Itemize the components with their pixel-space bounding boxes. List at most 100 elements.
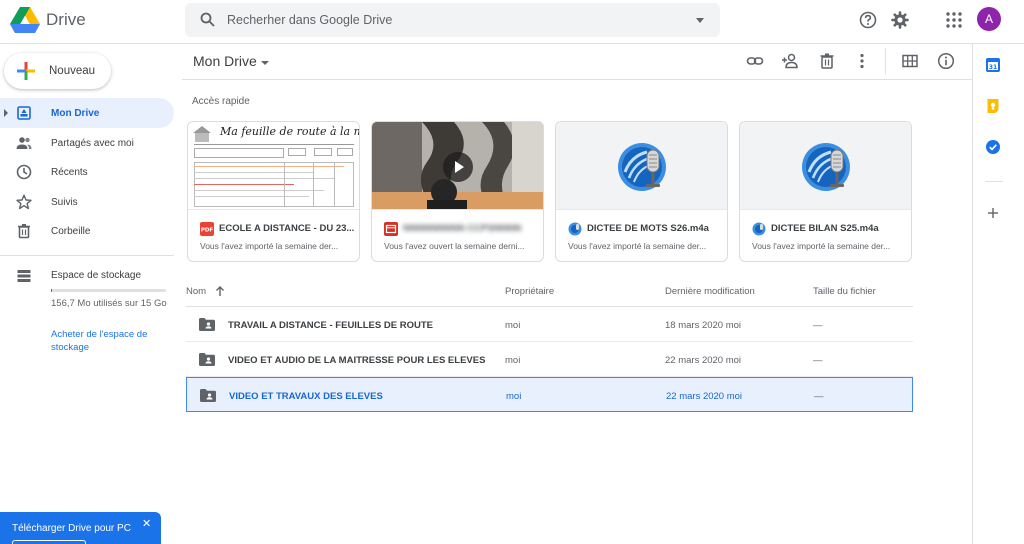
file-name: DICTEE BILAN S25.m4a bbox=[771, 223, 879, 234]
info-icon[interactable] bbox=[937, 52, 955, 70]
top-bar: Drive Recherher dans Google Drive A bbox=[0, 0, 1024, 44]
table-row[interactable]: VIDEO ET AUDIO DE LA MAITRESSE POUR LES … bbox=[186, 342, 913, 377]
quick-access-card[interactable]: DICTEE DE MOTS S26.m4a Vous l'avez impor… bbox=[555, 121, 728, 262]
shared-folder-icon bbox=[199, 353, 215, 366]
row-size: — bbox=[813, 355, 823, 366]
row-modified: 18 mars 2020 moi bbox=[665, 320, 742, 331]
drive-logo-icon[interactable] bbox=[10, 7, 40, 33]
storage-progress-fill bbox=[51, 289, 53, 292]
toolbar-divider bbox=[885, 48, 886, 74]
row-modified: 22 mars 2020 moi bbox=[666, 391, 743, 402]
tasks-icon[interactable] bbox=[986, 140, 1000, 154]
audio-thumbnail bbox=[740, 122, 911, 210]
search-options-icon[interactable] bbox=[696, 18, 704, 23]
sort-arrow-up-icon[interactable] bbox=[215, 285, 225, 297]
side-panel-divider bbox=[972, 44, 973, 544]
banner-download-button[interactable] bbox=[12, 540, 86, 544]
help-icon[interactable] bbox=[858, 10, 878, 30]
plus-icon bbox=[17, 62, 35, 80]
close-icon[interactable]: ✕ bbox=[142, 517, 151, 530]
row-file-name: VIDEO ET AUDIO DE LA MAITRESSE POUR LES … bbox=[228, 355, 486, 366]
column-header-name[interactable]: Nom bbox=[186, 286, 206, 297]
table-row[interactable]: TRAVAIL A DISTANCE - FEUILLES DE ROUTE m… bbox=[186, 307, 913, 342]
calendar-icon[interactable]: 31 bbox=[986, 58, 1000, 72]
file-name: ECOLE A DISTANCE - DU 23... bbox=[219, 223, 355, 234]
column-header-size[interactable]: Taille du fichier bbox=[813, 286, 876, 297]
column-header-owner[interactable]: Propriétaire bbox=[505, 286, 554, 297]
house-icon bbox=[193, 126, 211, 142]
add-person-icon[interactable] bbox=[781, 52, 799, 70]
grid-view-icon[interactable] bbox=[901, 52, 919, 70]
file-activity: Vous l'avez importé la semaine der... bbox=[752, 241, 891, 251]
row-owner: moi bbox=[505, 355, 521, 366]
storage-label[interactable]: Espace de stockage bbox=[51, 270, 141, 281]
app-title[interactable]: Drive bbox=[46, 10, 86, 30]
storage-icon bbox=[16, 268, 32, 284]
sidebar-item-label: Mon Drive bbox=[51, 108, 100, 119]
buy-storage-link[interactable]: Acheter de l'espace de stockage bbox=[51, 328, 171, 354]
sidebar-item-trash[interactable]: Corbeille bbox=[0, 216, 174, 246]
pdf-file-icon: PDF bbox=[200, 222, 214, 236]
thumbnail-title: Ma feuille de route à la maison bbox=[220, 125, 359, 138]
audio-file-icon bbox=[568, 222, 582, 236]
title-dropdown-icon[interactable] bbox=[261, 61, 269, 65]
banner-text: Télécharger Drive pour PC bbox=[12, 523, 131, 534]
row-file-name: VIDEO ET TRAVAUX DES ELEVES bbox=[229, 391, 383, 402]
quick-access-card[interactable]: Ma feuille de route à la maison PDF ECOL… bbox=[187, 121, 360, 262]
apps-grid-icon[interactable] bbox=[944, 10, 964, 30]
more-options-icon[interactable] bbox=[853, 52, 871, 70]
storage-used-text: 156,7 Mo utilisés sur 15 Go bbox=[51, 298, 167, 309]
star-icon bbox=[16, 194, 32, 210]
settings-gear-icon[interactable] bbox=[890, 10, 910, 30]
file-activity: Vous l'avez ouvert la semaine derni... bbox=[384, 241, 525, 251]
microphone-icon bbox=[802, 143, 850, 191]
sidebar-item-shared[interactable]: Partagés avec moi bbox=[0, 128, 174, 158]
sidebar-item-starred[interactable]: Suivis bbox=[0, 187, 174, 217]
row-size: — bbox=[814, 391, 824, 402]
sidebar-item-recent[interactable]: Récents bbox=[0, 157, 174, 187]
row-modified: 22 mars 2020 moi bbox=[665, 355, 742, 366]
new-button-label: Nouveau bbox=[49, 65, 96, 77]
table-row-selected[interactable]: VIDEO ET TRAVAUX DES ELEVES moi 22 mars … bbox=[186, 377, 913, 412]
account-avatar[interactable]: A bbox=[977, 7, 1001, 31]
row-owner: moi bbox=[506, 391, 522, 402]
quick-access-heading: Accès rapide bbox=[192, 96, 250, 107]
video-file-icon bbox=[384, 222, 398, 236]
sidebar-item-label: Partagés avec moi bbox=[51, 137, 134, 149]
sidebar-item-my-drive[interactable]: Mon Drive bbox=[0, 98, 174, 128]
sidebar-divider bbox=[0, 255, 174, 256]
svg-text:31: 31 bbox=[989, 64, 997, 71]
clock-icon bbox=[16, 164, 32, 180]
page-title[interactable]: Mon Drive bbox=[193, 53, 257, 69]
sidebar-item-label: Corbeille bbox=[51, 226, 91, 237]
video-thumbnail bbox=[372, 122, 543, 210]
trash-icon bbox=[16, 223, 32, 239]
shared-folder-icon bbox=[200, 389, 216, 402]
search-icon[interactable] bbox=[200, 12, 215, 27]
new-button[interactable]: Nouveau bbox=[4, 53, 111, 89]
row-size: — bbox=[813, 320, 823, 331]
audio-thumbnail bbox=[556, 122, 727, 210]
document-thumbnail: Ma feuille de route à la maison bbox=[188, 122, 359, 210]
search-bar[interactable]: Recherher dans Google Drive bbox=[185, 3, 720, 37]
trash-icon[interactable] bbox=[818, 52, 836, 70]
quick-access-card[interactable]: DICTEE BILAN S25.m4a Vous l'avez importé… bbox=[739, 121, 912, 262]
svg-text:PDF: PDF bbox=[201, 228, 214, 234]
storage-progress-bar bbox=[51, 289, 166, 292]
expand-arrow-icon[interactable] bbox=[4, 109, 8, 117]
quick-access-card[interactable]: NNNNNNNNN CCPSNNNN Vous l'avez ouvert la… bbox=[371, 121, 544, 262]
microphone-icon bbox=[618, 143, 666, 191]
row-owner: moi bbox=[505, 320, 521, 331]
play-icon[interactable] bbox=[443, 152, 473, 182]
column-header-modified[interactable]: Dernière modification bbox=[665, 286, 755, 297]
add-addon-plus-icon[interactable] bbox=[986, 206, 1000, 220]
sidebar-item-label: Suivis bbox=[51, 196, 78, 208]
main-header-divider bbox=[182, 79, 972, 80]
audio-file-icon bbox=[752, 222, 766, 236]
file-name: NNNNNNNNN CCPSNNNN bbox=[403, 223, 522, 234]
keep-icon[interactable] bbox=[986, 99, 1000, 113]
link-icon[interactable] bbox=[746, 52, 764, 70]
search-input[interactable]: Recherher dans Google Drive bbox=[227, 13, 392, 27]
file-name: DICTEE DE MOTS S26.m4a bbox=[587, 223, 709, 234]
download-drive-banner: Télécharger Drive pour PC ✕ bbox=[0, 512, 161, 544]
